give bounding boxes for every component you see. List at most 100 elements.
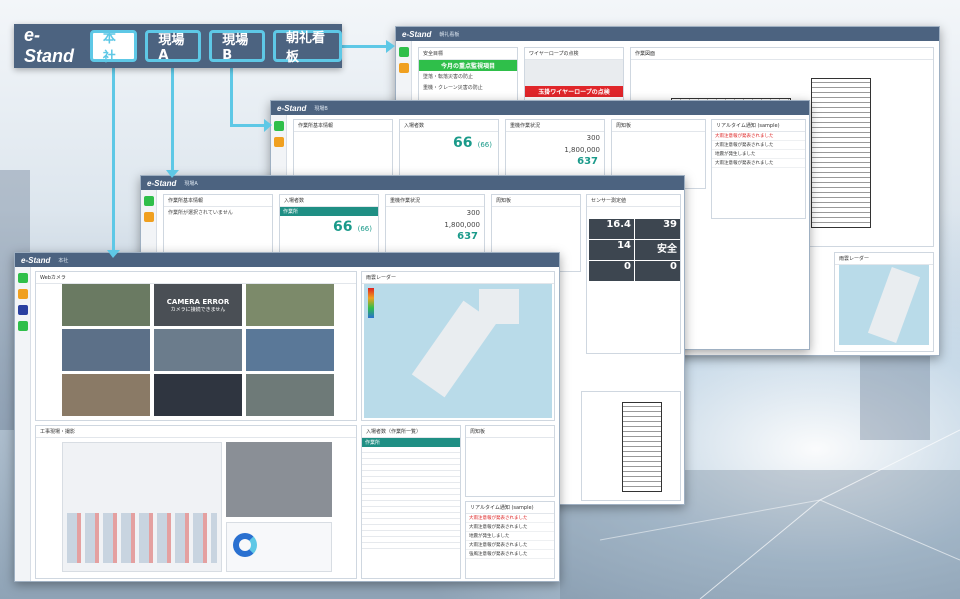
nav-tab-morning-board[interactable]: 朝礼看板 <box>272 30 342 65</box>
entry-sub: (66) <box>357 225 372 233</box>
panel-title: ワイヤーロープの点検 <box>525 48 623 60</box>
entry-list-header: 作業所 <box>362 438 460 447</box>
window-logo: e-Stand <box>277 103 307 113</box>
window-tab[interactable]: 朝礼看板 <box>439 31 459 38</box>
machine-count: 300 <box>586 134 600 142</box>
realtime-item[interactable]: 強風注意報が発表されました <box>466 550 554 559</box>
radar-panel-small: 雨雲レーダー <box>834 252 934 352</box>
realtime-item[interactable]: 大雨注意報が発表されました <box>712 141 805 150</box>
window-logo: e-Stand <box>21 255 51 265</box>
chat-icon[interactable] <box>18 289 28 299</box>
realtime-item[interactable]: 大雨注意報が発表されました <box>466 514 554 523</box>
panel-title: センサー測定値 <box>587 195 680 207</box>
window-tab[interactable]: 現場B <box>314 105 327 112</box>
brand-logo: e-Stand <box>24 25 75 66</box>
panel-title: 入場者数（作業所一覧） <box>362 426 460 438</box>
chat-icon[interactable] <box>274 137 284 147</box>
window-logo: e-Stand <box>402 29 432 39</box>
machine-total: 637 <box>577 156 598 167</box>
camera-icon[interactable] <box>144 196 154 206</box>
grid-icon[interactable] <box>18 321 28 331</box>
connector-site-a <box>171 62 174 172</box>
building-drawing <box>622 402 662 492</box>
camera-feed[interactable] <box>154 329 242 371</box>
connector-site-b-h <box>230 124 266 127</box>
photo-panel: 工事現場・撮影 <box>35 425 357 579</box>
chat-icon[interactable] <box>144 212 154 222</box>
machine-count: 300 <box>466 209 480 217</box>
realtime-panel: リアルタイム通知 (sample) 大雨注意報が発表されました 大雨注意報が発表… <box>711 119 806 219</box>
document-icon[interactable] <box>18 305 28 315</box>
site-photo[interactable] <box>226 442 332 517</box>
panel-title: 入場者数 <box>400 120 498 132</box>
realtime-item[interactable]: 大雨注意報が発表されました <box>466 541 554 550</box>
camera-feed[interactable] <box>246 329 334 371</box>
machine-total: 637 <box>457 231 478 242</box>
nav-tab-site-a[interactable]: 現場A <box>145 30 202 63</box>
entry-header: 作業所 <box>280 207 378 216</box>
realtime-panel: リアルタイム通知 (sample) 大雨注意報が発表されました 大雨注意報が発表… <box>465 501 555 579</box>
camera-feed[interactable] <box>62 329 150 371</box>
panel-title: 工事現場・撮影 <box>36 426 356 438</box>
camera-feed[interactable] <box>154 374 242 416</box>
safety-item: 重機・クレーン災害の防止 <box>423 85 483 91</box>
radar-legend <box>368 288 374 318</box>
entry-count: 66 <box>453 135 473 151</box>
connector-site-b <box>230 62 233 126</box>
camera-feed[interactable] <box>246 374 334 416</box>
panel-title: 安全目標 <box>419 48 517 60</box>
nav-tab-hq[interactable]: 本社 <box>89 30 138 65</box>
machine-amount: 1,800,000 <box>444 221 480 229</box>
panel-title: 重機作業状況 <box>506 120 604 132</box>
panel-title: 雨雲レーダー <box>362 272 554 284</box>
camera-error-sub: カメラに接続できません <box>170 306 226 313</box>
window-tab[interactable]: 本社 <box>58 257 68 264</box>
sensor-humidity: 39 <box>635 219 680 239</box>
sensor-rain2: 0 <box>635 261 680 281</box>
camera-error-tile[interactable]: CAMERA ERROR カメラに接続できません <box>154 284 242 326</box>
camera-feed[interactable] <box>62 284 150 326</box>
sensor-wind: 14 <box>589 240 634 260</box>
sensor-panel: センサー測定値 16.4 39 14 安全 0 0 <box>586 194 681 354</box>
chat-icon[interactable] <box>399 63 409 73</box>
table-row[interactable] <box>362 543 460 549</box>
wire-photo <box>525 60 623 86</box>
hq-window: e-Stand 本社 Webカメラ CAMERA ERROR カメラに接続できま… <box>14 252 560 582</box>
connector-morning <box>340 45 390 48</box>
building-drawing <box>811 78 871 228</box>
radar-map[interactable] <box>364 284 552 418</box>
camera-icon[interactable] <box>399 47 409 57</box>
realtime-item[interactable]: 大雨注意報が発表されました <box>712 132 805 141</box>
panel-title: 入場者数 <box>280 195 378 207</box>
nav-tab-site-b[interactable]: 現場B <box>209 30 265 63</box>
panel-title: 周知板 <box>466 426 554 438</box>
window-sidebar <box>15 267 31 581</box>
entry-count: 66 <box>333 219 353 235</box>
panel-title: リアルタイム通知 (sample) <box>712 120 805 132</box>
sensor-rain: 0 <box>589 261 634 281</box>
radar-panel: 雨雲レーダー <box>361 271 555 421</box>
camera-feed[interactable] <box>62 374 150 416</box>
drawing-panel <box>581 391 681 501</box>
panel-title: 周知板 <box>492 195 580 207</box>
panel-title: リアルタイム通知 (sample) <box>466 502 554 514</box>
panel-title: 作業所基本情報 <box>164 195 272 207</box>
connector-hq <box>112 62 115 252</box>
panel-title: 作業所基本情報 <box>294 120 392 132</box>
realtime-item[interactable]: 地震が発生しました <box>712 150 805 159</box>
safety-banner: 今月の重点監視項目 <box>419 60 517 71</box>
window-tab[interactable]: 現場A <box>184 180 197 187</box>
realtime-item[interactable]: 大雨注意報が発表されました <box>712 159 805 168</box>
panel-title: 作業図面 <box>631 48 933 60</box>
camera-feed[interactable] <box>246 284 334 326</box>
notice-panel: 周知板 <box>465 425 555 497</box>
info-message: 作業所が選択されていません <box>168 210 233 216</box>
camera-icon[interactable] <box>18 273 28 283</box>
safety-item: 墜落・転落災害の防止 <box>423 74 474 80</box>
camera-icon[interactable] <box>274 121 284 131</box>
realtime-item[interactable]: 大雨注意報が発表されました <box>466 523 554 532</box>
sensor-temp: 16.4 <box>589 219 634 239</box>
machine-amount: 1,800,000 <box>564 146 600 154</box>
window-logo: e-Stand <box>147 178 177 188</box>
realtime-item[interactable]: 地震が発生しました <box>466 532 554 541</box>
